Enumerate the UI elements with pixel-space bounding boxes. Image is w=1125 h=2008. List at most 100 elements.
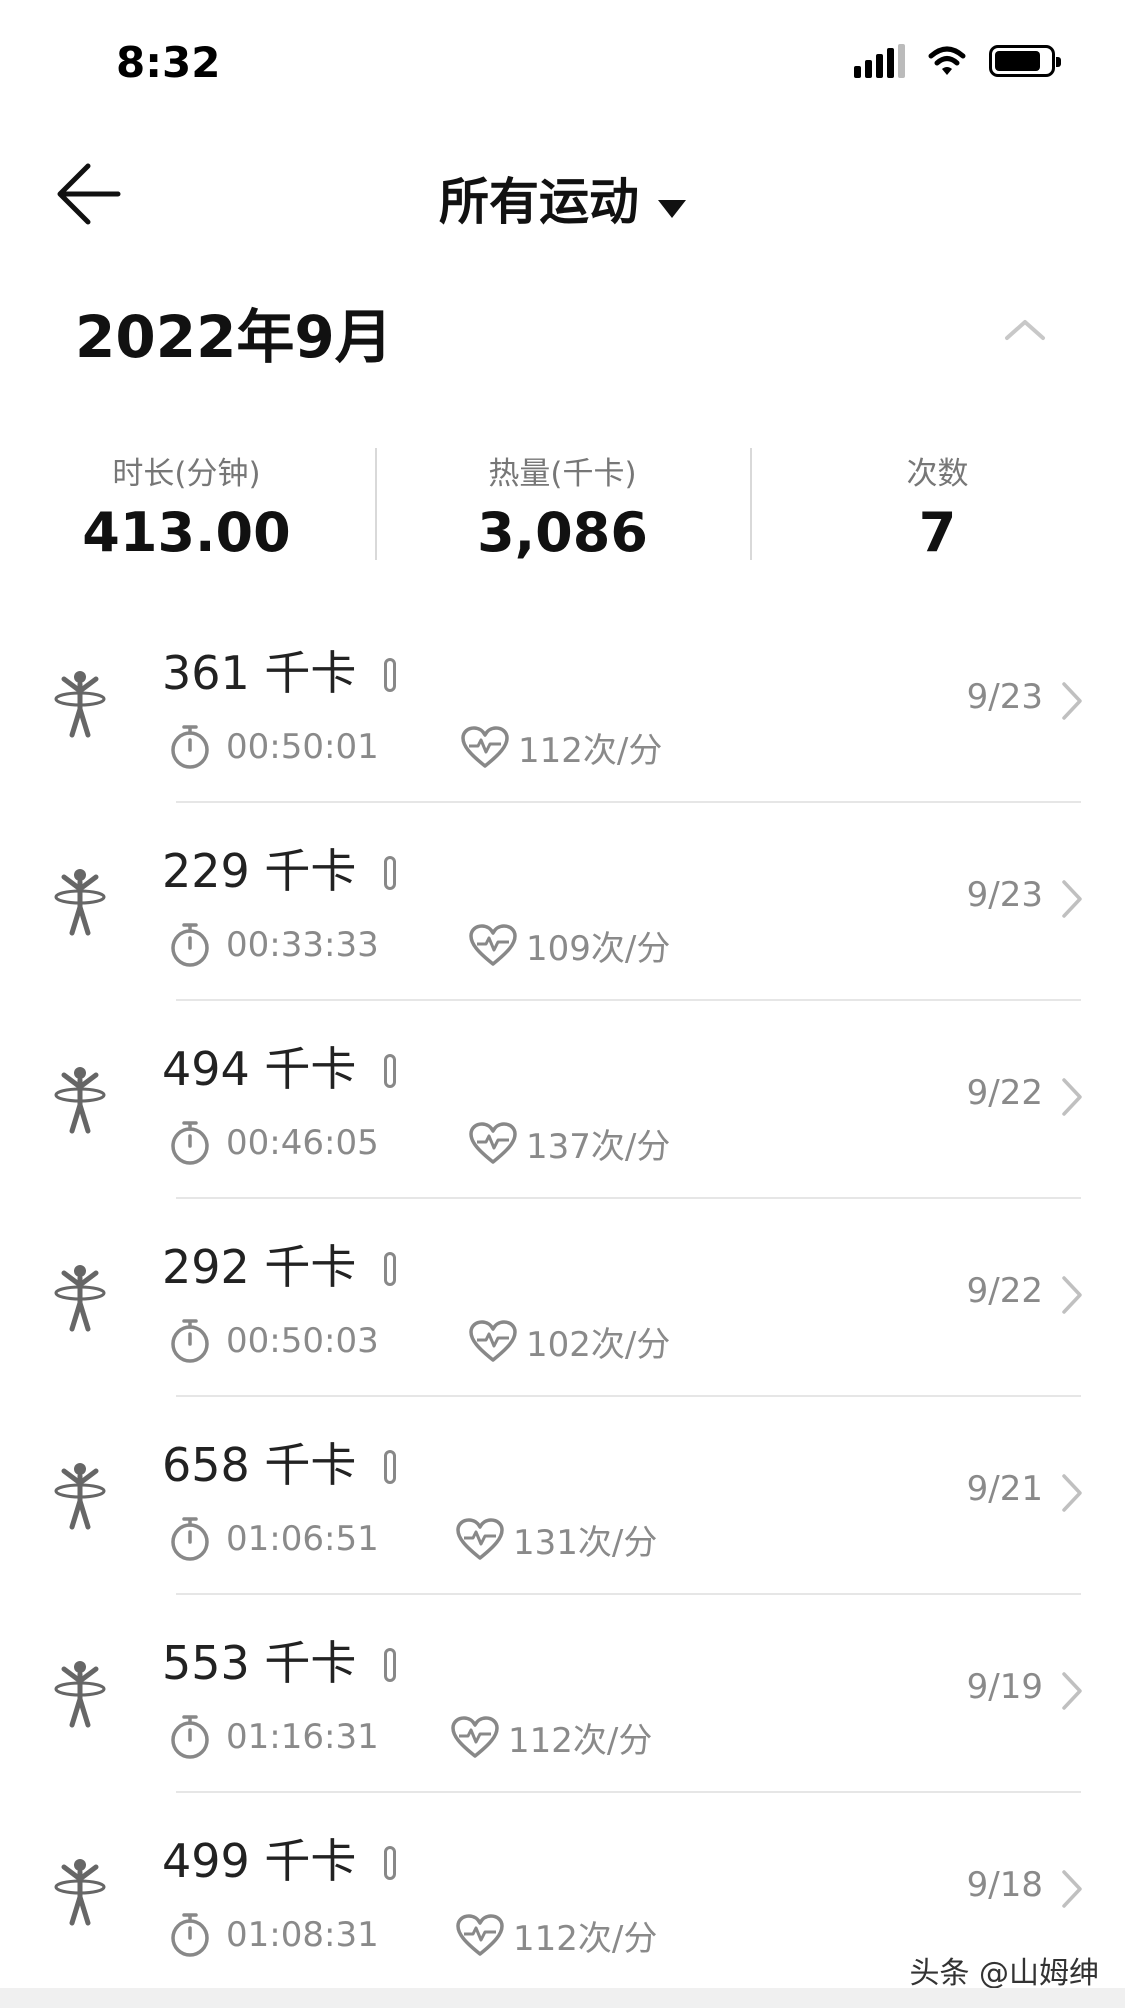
month-label: 2022年9月 <box>75 303 393 371</box>
record-heart-rate: 109次/分 <box>468 921 670 970</box>
record-heart-rate-text: 112次/分 <box>518 731 663 771</box>
hula-hoop-icon <box>54 1859 106 1926</box>
record-calories: 292 千卡 <box>162 1231 397 1297</box>
record-duration: 00:50:03 <box>168 1317 379 1365</box>
record-heart-rate-text: 112次/分 <box>513 1919 658 1959</box>
chevron-right-icon <box>1062 1870 1082 1908</box>
record-heart-rate: 112次/分 <box>460 723 662 772</box>
heart-rate-icon <box>456 1517 504 1560</box>
battery-icon <box>989 45 1061 77</box>
fitness-band-icon <box>384 1054 397 1088</box>
fitness-band-icon <box>384 856 397 890</box>
record-heart-rate-text: 131次/分 <box>513 1523 658 1563</box>
record-duration-text: 00:33:33 <box>226 925 379 965</box>
chevron-right-icon <box>1062 1672 1082 1710</box>
stopwatch-icon <box>171 725 209 769</box>
summary-count: 次数 7 <box>750 440 1125 570</box>
record-calories-text: 499 千卡 <box>162 1834 357 1888</box>
month-header: 2022年9月 <box>0 280 1125 380</box>
heart-rate-icon <box>469 1121 517 1164</box>
record-heart-rate: 102次/分 <box>468 1317 670 1366</box>
stopwatch-icon <box>171 1913 209 1957</box>
record-calories: 229 千卡 <box>162 835 397 901</box>
record-duration-text: 00:46:05 <box>226 1123 379 1163</box>
record-calories: 499 千卡 <box>162 1825 397 1891</box>
status-time: 8:32 <box>116 38 221 87</box>
record-calories-text: 494 千卡 <box>162 1042 357 1096</box>
record-date: 9/22 <box>966 1271 1043 1311</box>
record-date: 9/18 <box>966 1865 1043 1905</box>
chevron-right-icon <box>1062 1276 1082 1314</box>
fitness-band-icon <box>384 1648 397 1682</box>
record-heart-rate: 112次/分 <box>455 1911 657 1960</box>
stopwatch-icon <box>171 1715 209 1759</box>
fitness-band-icon <box>384 1252 397 1286</box>
record-date: 9/23 <box>966 875 1043 915</box>
hula-hoop-icon <box>54 1463 106 1530</box>
record-heart-rate-text: 102次/分 <box>526 1325 671 1365</box>
record-duration: 00:50:01 <box>168 723 379 771</box>
hula-hoop-icon <box>54 1265 106 1332</box>
workout-record[interactable]: 361 千卡 00:50:01 112次/分 9/23 <box>0 605 1125 803</box>
bottom-strip <box>0 1988 1125 2008</box>
hula-hoop-icon <box>54 1661 106 1728</box>
record-duration-text: 01:16:31 <box>226 1717 379 1757</box>
summary-calories: 热量(千卡) 3,086 <box>375 440 750 570</box>
fitness-band-icon <box>384 1450 397 1484</box>
page-title: 所有运动 <box>438 173 639 231</box>
summary-count-value: 7 <box>918 501 957 564</box>
record-calories-text: 292 千卡 <box>162 1240 357 1294</box>
record-heart-rate: 112次/分 <box>450 1713 652 1762</box>
cellular-signal-icon <box>854 44 905 78</box>
record-duration: 00:46:05 <box>168 1119 379 1167</box>
summary-duration: 时长(分钟) 413.00 <box>0 440 375 570</box>
month-summary: 时长(分钟) 413.00 热量(千卡) 3,086 次数 7 <box>0 440 1125 570</box>
workout-record[interactable]: 553 千卡 01:16:31 112次/分 9/19 <box>0 1595 1125 1793</box>
workout-record[interactable]: 229 千卡 00:33:33 109次/分 9/23 <box>0 803 1125 1001</box>
status-icons <box>854 44 1061 78</box>
chevron-up-icon[interactable] <box>995 310 1055 350</box>
summary-calories-label: 热量(千卡) <box>488 456 637 492</box>
record-calories: 361 千卡 <box>162 637 397 703</box>
record-calories: 553 千卡 <box>162 1627 397 1693</box>
workout-record[interactable]: 658 千卡 01:06:51 131次/分 9/21 <box>0 1397 1125 1595</box>
record-duration-text: 01:06:51 <box>226 1519 379 1559</box>
record-heart-rate-text: 109次/分 <box>526 929 671 969</box>
hula-hoop-icon <box>54 1067 106 1134</box>
record-heart-rate: 131次/分 <box>455 1515 657 1564</box>
workout-record[interactable]: 292 千卡 00:50:03 102次/分 9/22 <box>0 1199 1125 1397</box>
record-duration: 01:08:31 <box>168 1911 379 1959</box>
stopwatch-icon <box>171 1319 209 1363</box>
record-heart-rate-text: 137次/分 <box>526 1127 671 1167</box>
record-duration: 01:16:31 <box>168 1713 379 1761</box>
chevron-right-icon <box>1062 1474 1082 1512</box>
wifi-icon <box>928 46 966 75</box>
summary-duration-label: 时长(分钟) <box>112 456 261 492</box>
sport-filter-dropdown[interactable]: 所有运动 <box>0 162 1125 234</box>
stopwatch-icon <box>171 1517 209 1561</box>
record-duration: 01:06:51 <box>168 1515 379 1563</box>
record-calories: 658 千卡 <box>162 1429 397 1495</box>
record-calories: 494 千卡 <box>162 1033 397 1099</box>
record-duration-text: 00:50:01 <box>226 727 379 767</box>
status-bar: 8:32 <box>0 0 1125 120</box>
stopwatch-icon <box>171 923 209 967</box>
record-calories-text: 553 千卡 <box>162 1636 357 1690</box>
summary-duration-value: 413.00 <box>82 501 291 564</box>
workout-list: 361 千卡 00:50:01 112次/分 9/23 229 千卡 00:33… <box>0 605 1125 1991</box>
record-heart-rate-text: 112次/分 <box>508 1721 653 1761</box>
record-duration-text: 01:08:31 <box>226 1915 379 1955</box>
workout-record[interactable]: 494 千卡 00:46:05 137次/分 9/22 <box>0 1001 1125 1199</box>
chevron-right-icon <box>1062 682 1082 720</box>
record-heart-rate: 137次/分 <box>468 1119 670 1168</box>
record-duration: 00:33:33 <box>168 921 379 969</box>
heart-rate-icon <box>461 725 509 768</box>
hula-hoop-icon <box>54 671 106 738</box>
nav-bar: 所有运动 <box>0 140 1125 260</box>
record-date: 9/22 <box>966 1073 1043 1113</box>
heart-rate-icon <box>469 923 517 966</box>
caret-down-icon <box>658 199 687 218</box>
heart-rate-icon <box>456 1913 504 1956</box>
chevron-right-icon <box>1062 1078 1082 1116</box>
record-calories-text: 229 千卡 <box>162 844 357 898</box>
